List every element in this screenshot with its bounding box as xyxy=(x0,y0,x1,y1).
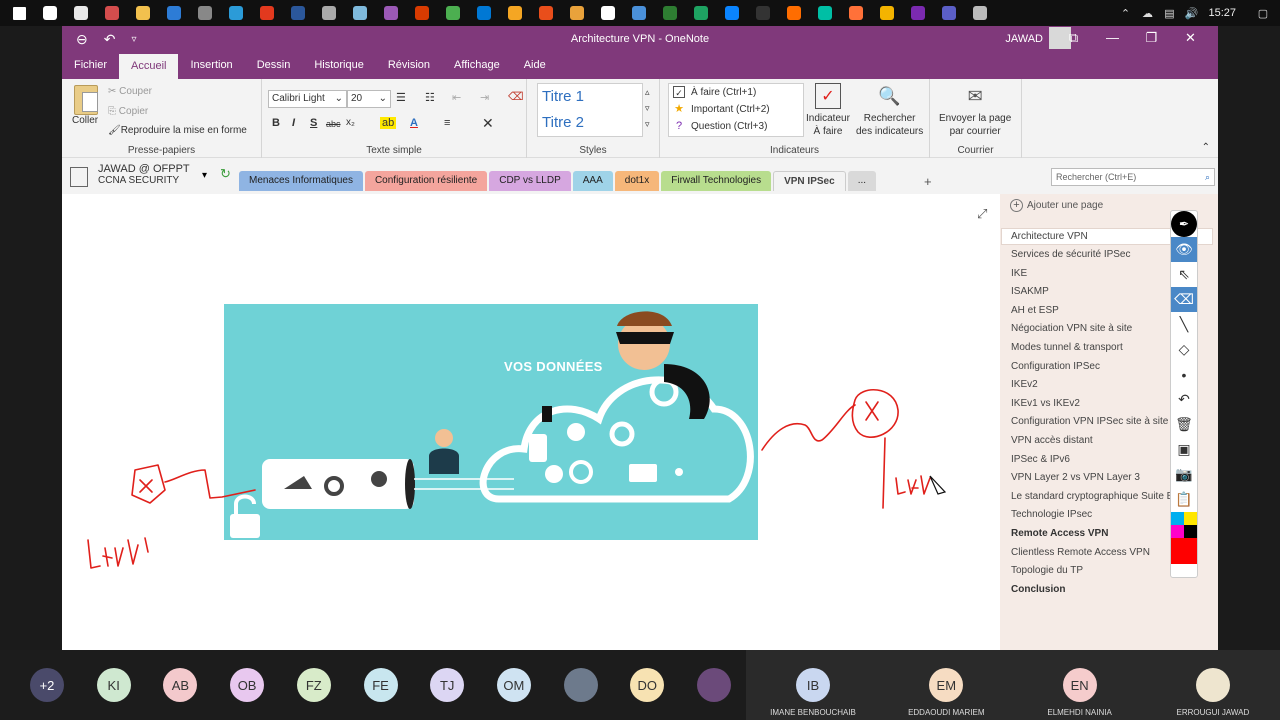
video-tile-avatar[interactable] xyxy=(1195,668,1230,702)
select-cursor-icon[interactable]: ⇖ xyxy=(1171,262,1197,287)
color-magenta[interactable] xyxy=(1171,525,1184,538)
video-tile-name: IMANE BENBOUCHAIB xyxy=(770,708,856,717)
video-tile-name: EDDAOUDI MARIEM xyxy=(908,708,985,717)
dot-icon[interactable]: • xyxy=(1171,362,1197,387)
color-palette[interactable] xyxy=(1171,512,1197,564)
video-tile-name: ERROUGUI JAWAD xyxy=(1176,708,1250,717)
participant-avatar[interactable]: TJ xyxy=(430,668,465,702)
page-item[interactable]: Topologie du TP xyxy=(1011,565,1171,576)
page-item[interactable]: Conclusion xyxy=(1011,584,1171,595)
meeting-bar: +2 KI AB OB FZ FE TJ OM DO IB IMANE BENBOUCHAIB EM E… xyxy=(0,650,1280,720)
participant-avatar[interactable]: FZ xyxy=(296,668,331,702)
eraser-cursor-icon xyxy=(929,475,947,495)
page-item[interactable]: Modes tunnel & transport xyxy=(1011,342,1171,353)
participant-avatar[interactable]: AB xyxy=(163,668,198,702)
pen-menu-icon[interactable]: ✒ xyxy=(1171,211,1197,237)
page-item[interactable]: IPSec & IPv6 xyxy=(1011,454,1171,465)
trash-icon[interactable]: 🗑 xyxy=(1171,412,1197,437)
page-item[interactable]: VPN Layer 2 vs VPN Layer 3 xyxy=(1011,472,1171,483)
plus-icon: + xyxy=(1010,199,1023,212)
color-cyan[interactable] xyxy=(1171,512,1184,525)
screen: ⌃ ☁ ▤ 🔊 15:27 ▢ ⊖ ↶ ▿ Architecture VPN -… xyxy=(0,0,1280,720)
eraser-icon[interactable]: ⌫ xyxy=(1171,287,1197,312)
page-item[interactable]: Clientless Remote Access VPN xyxy=(1011,547,1171,558)
participant-avatar[interactable]: DO xyxy=(630,668,665,702)
page-item[interactable]: ISAKMP xyxy=(1011,286,1171,297)
participant-avatar[interactable] xyxy=(697,668,731,702)
participant-avatar[interactable]: +2 xyxy=(30,668,64,702)
camera-icon[interactable]: 📷 xyxy=(1171,462,1197,487)
page-item[interactable]: Configuration VPN IPSec site à site xyxy=(1011,416,1171,427)
pen-icon[interactable]: ╲ xyxy=(1171,312,1197,337)
participant-avatar[interactable]: OB xyxy=(230,668,265,702)
ink-router-right xyxy=(851,388,899,438)
page-item[interactable]: VPN accès distant xyxy=(1011,435,1171,446)
page-item[interactable]: IKEv2 xyxy=(1011,379,1171,390)
add-page-label: Ajouter une page xyxy=(1027,200,1104,211)
participant-avatar[interactable]: OM xyxy=(496,668,531,702)
eye-icon[interactable]: 👁 xyxy=(1171,237,1197,262)
participant-avatar[interactable] xyxy=(563,668,598,702)
page-item[interactable]: Technologie IPsec xyxy=(1011,509,1171,520)
video-tile-avatar[interactable]: EN xyxy=(1062,668,1097,702)
page-item[interactable]: Négociation VPN site à site xyxy=(1011,323,1171,334)
pen-toolbar: ✒ 👁 ⇖ ⌫ ╲ ◇ • ↶ 🗑 ▣ 📷 📋 xyxy=(1170,210,1198,578)
ink-line-right xyxy=(761,404,856,451)
color-black[interactable] xyxy=(1184,525,1197,538)
ink-lan-left xyxy=(87,537,149,569)
participant-avatar[interactable]: FE xyxy=(363,668,398,702)
ink-cross-left xyxy=(139,479,153,493)
undo-icon[interactable]: ↶ xyxy=(1171,387,1197,412)
ink-line-left xyxy=(164,469,256,499)
page-item[interactable]: IKE xyxy=(1011,268,1171,279)
highlighter-icon[interactable]: ◇ xyxy=(1171,337,1197,362)
ink-cross-right xyxy=(865,401,879,421)
color-yellow[interactable] xyxy=(1184,512,1197,525)
page-item[interactable]: Le standard cryptographique Suite B xyxy=(1011,491,1171,502)
participant-avatar[interactable]: KI xyxy=(96,668,131,702)
add-page-button[interactable]: + Ajouter une page xyxy=(1010,199,1103,212)
page-item[interactable]: IKEv1 vs IKEv2 xyxy=(1011,398,1171,409)
video-tile-name: ELMEHDI NAINIA xyxy=(1047,708,1112,717)
ink-lan-right xyxy=(895,475,931,495)
page-item[interactable]: Configuration IPSec xyxy=(1011,361,1171,372)
color-red[interactable] xyxy=(1171,538,1197,564)
page-item[interactable]: AH et ESP xyxy=(1011,305,1171,316)
screen-capture-icon[interactable]: ▣ xyxy=(1171,437,1197,462)
page-item[interactable]: Remote Access VPN xyxy=(1011,528,1171,539)
page-item[interactable]: Services de sécurité IPSec xyxy=(1011,249,1171,260)
ink-stem-right xyxy=(882,437,886,509)
clipboard-icon[interactable]: 📋 xyxy=(1171,487,1197,512)
video-tile-avatar[interactable]: IB xyxy=(796,668,830,702)
